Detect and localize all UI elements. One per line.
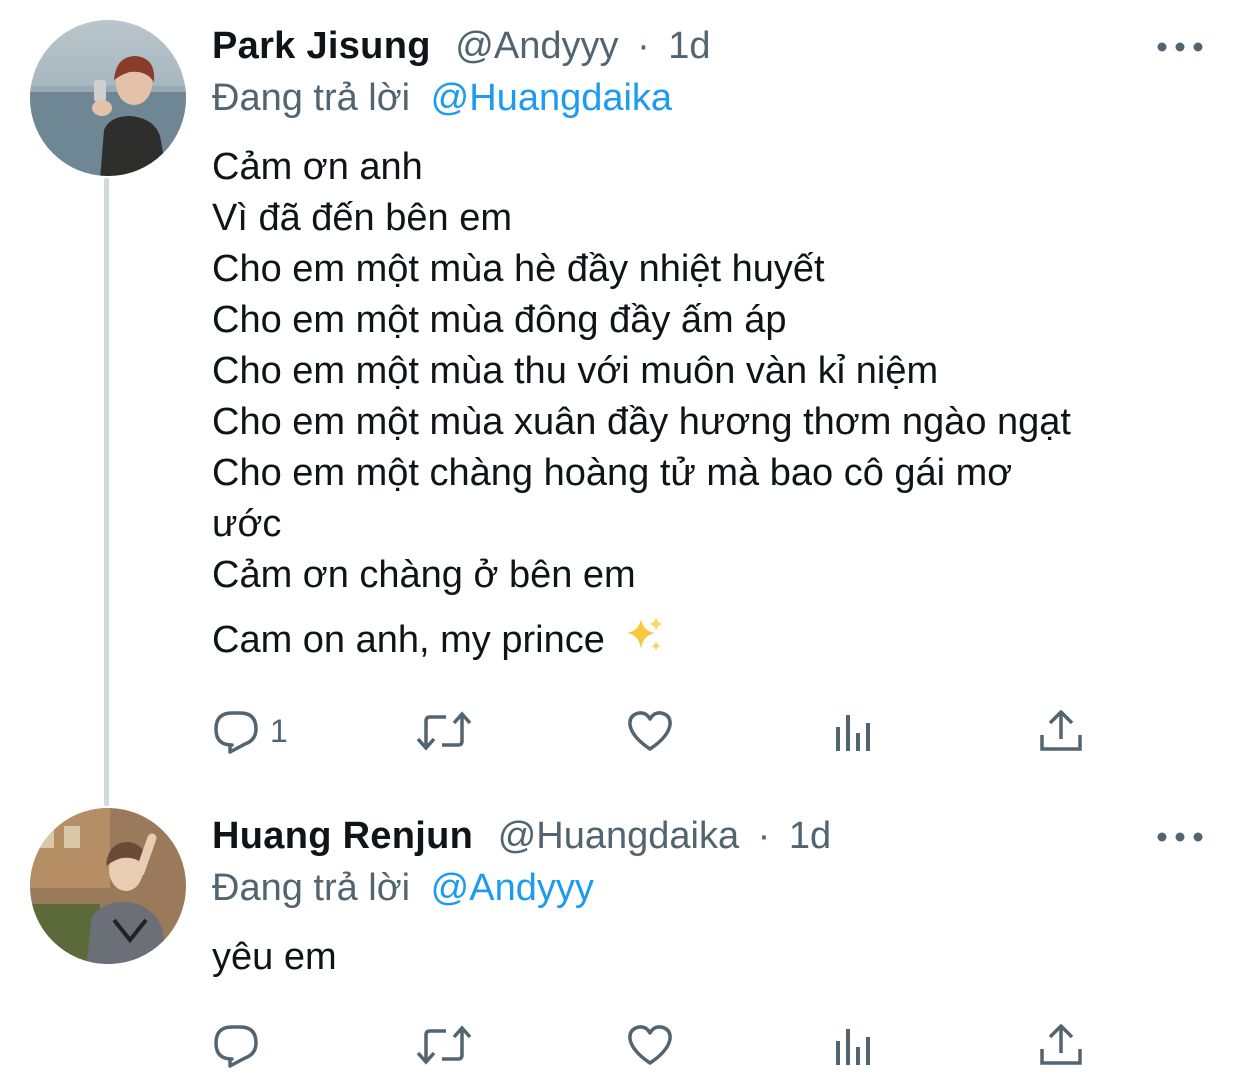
tweet-text-line: Cho em một mùa hè đầy nhiệt huyết	[212, 248, 825, 290]
tweet-text-line: Cho em một chàng hoàng tử mà bao cô gái …	[212, 452, 1013, 494]
retweet-button[interactable]	[416, 706, 472, 756]
reply-button[interactable]	[212, 1020, 260, 1070]
replying-to-line: Đang trả lời @Andyyy	[212, 864, 594, 912]
share-button[interactable]	[1038, 706, 1084, 756]
tweet-header: Park Jisung @Andyyy · 1d	[212, 22, 711, 70]
sparkles-icon	[625, 615, 665, 669]
mention-link[interactable]: @Andyyy	[431, 867, 594, 909]
avatar[interactable]	[30, 808, 186, 964]
reply-button[interactable]: 1	[212, 706, 288, 756]
display-name[interactable]: Huang Renjun	[212, 815, 473, 857]
replying-to-line: Đang trả lời @Huangdaika	[212, 74, 672, 122]
tweet-text-line: Vì đã đến bên em	[212, 197, 512, 239]
reply-icon	[212, 707, 260, 755]
reply-count: 1	[270, 712, 288, 749]
more-icon[interactable]	[1152, 32, 1208, 62]
like-icon	[626, 707, 674, 755]
meta-separator: ·	[757, 815, 771, 857]
tweet-header: Huang Renjun @Huangdaika · 1d	[212, 812, 831, 860]
user-handle[interactable]: @Huangdaika	[498, 815, 739, 857]
share-icon	[1038, 707, 1084, 755]
retweet-icon	[416, 1021, 472, 1069]
tweet-text-line: yêu em	[212, 936, 337, 978]
avatar[interactable]	[30, 20, 186, 176]
retweet-button[interactable]	[416, 1020, 472, 1070]
tweet-park-jisung[interactable]: Park Jisung @Andyyy · 1d Đang trả lời @H…	[0, 0, 1242, 800]
like-icon	[626, 1021, 674, 1069]
reply-icon	[212, 1021, 260, 1069]
more-icon[interactable]	[1152, 822, 1208, 852]
analytics-button[interactable]	[834, 706, 878, 756]
tweet-text-line: Cảm ơn anh	[212, 146, 423, 188]
analytics-icon	[834, 707, 878, 755]
action-bar: 1	[0, 706, 1242, 766]
tweet-huang-renjun[interactable]: Huang Renjun @Huangdaika · 1d Đang trả l…	[0, 800, 1242, 1082]
tweet-text-closing: Cam on anh, my prince	[212, 615, 1071, 669]
action-bar	[0, 1020, 1242, 1080]
retweet-icon	[416, 707, 472, 755]
share-icon	[1038, 1021, 1084, 1069]
tweet-text-line: Cho em một mùa đông đầy ấm áp	[212, 299, 787, 341]
tweet-text-line: ước	[212, 503, 282, 545]
analytics-icon	[834, 1021, 878, 1069]
like-button[interactable]	[626, 706, 674, 756]
meta-separator: ·	[637, 25, 650, 67]
share-button[interactable]	[1038, 1020, 1084, 1070]
tweet-text-line: Cho em một mùa thu với muôn vàn kỉ niệm	[212, 350, 939, 392]
timestamp[interactable]: 1d	[668, 25, 710, 67]
replying-to-label: Đang trả lời	[212, 77, 411, 119]
tweet-text-line: Cảm ơn chàng ở bên em	[212, 554, 636, 596]
display-name[interactable]: Park Jisung	[212, 25, 431, 67]
timestamp[interactable]: 1d	[789, 815, 831, 857]
analytics-button[interactable]	[834, 1020, 878, 1070]
replying-to-label: Đang trả lời	[212, 867, 411, 909]
tweet-text-line: Cho em một mùa xuân đầy hương thơm ngào …	[212, 401, 1071, 443]
like-button[interactable]	[626, 1020, 674, 1070]
mention-link[interactable]: @Huangdaika	[431, 77, 672, 119]
closing-text: Cam on anh, my prince	[212, 619, 605, 662]
tweet-text: yêu em	[212, 932, 337, 983]
user-handle[interactable]: @Andyyy	[455, 25, 618, 67]
tweet-text: Cảm ơn anh Vì đã đến bên em Cho em một m…	[212, 142, 1071, 669]
